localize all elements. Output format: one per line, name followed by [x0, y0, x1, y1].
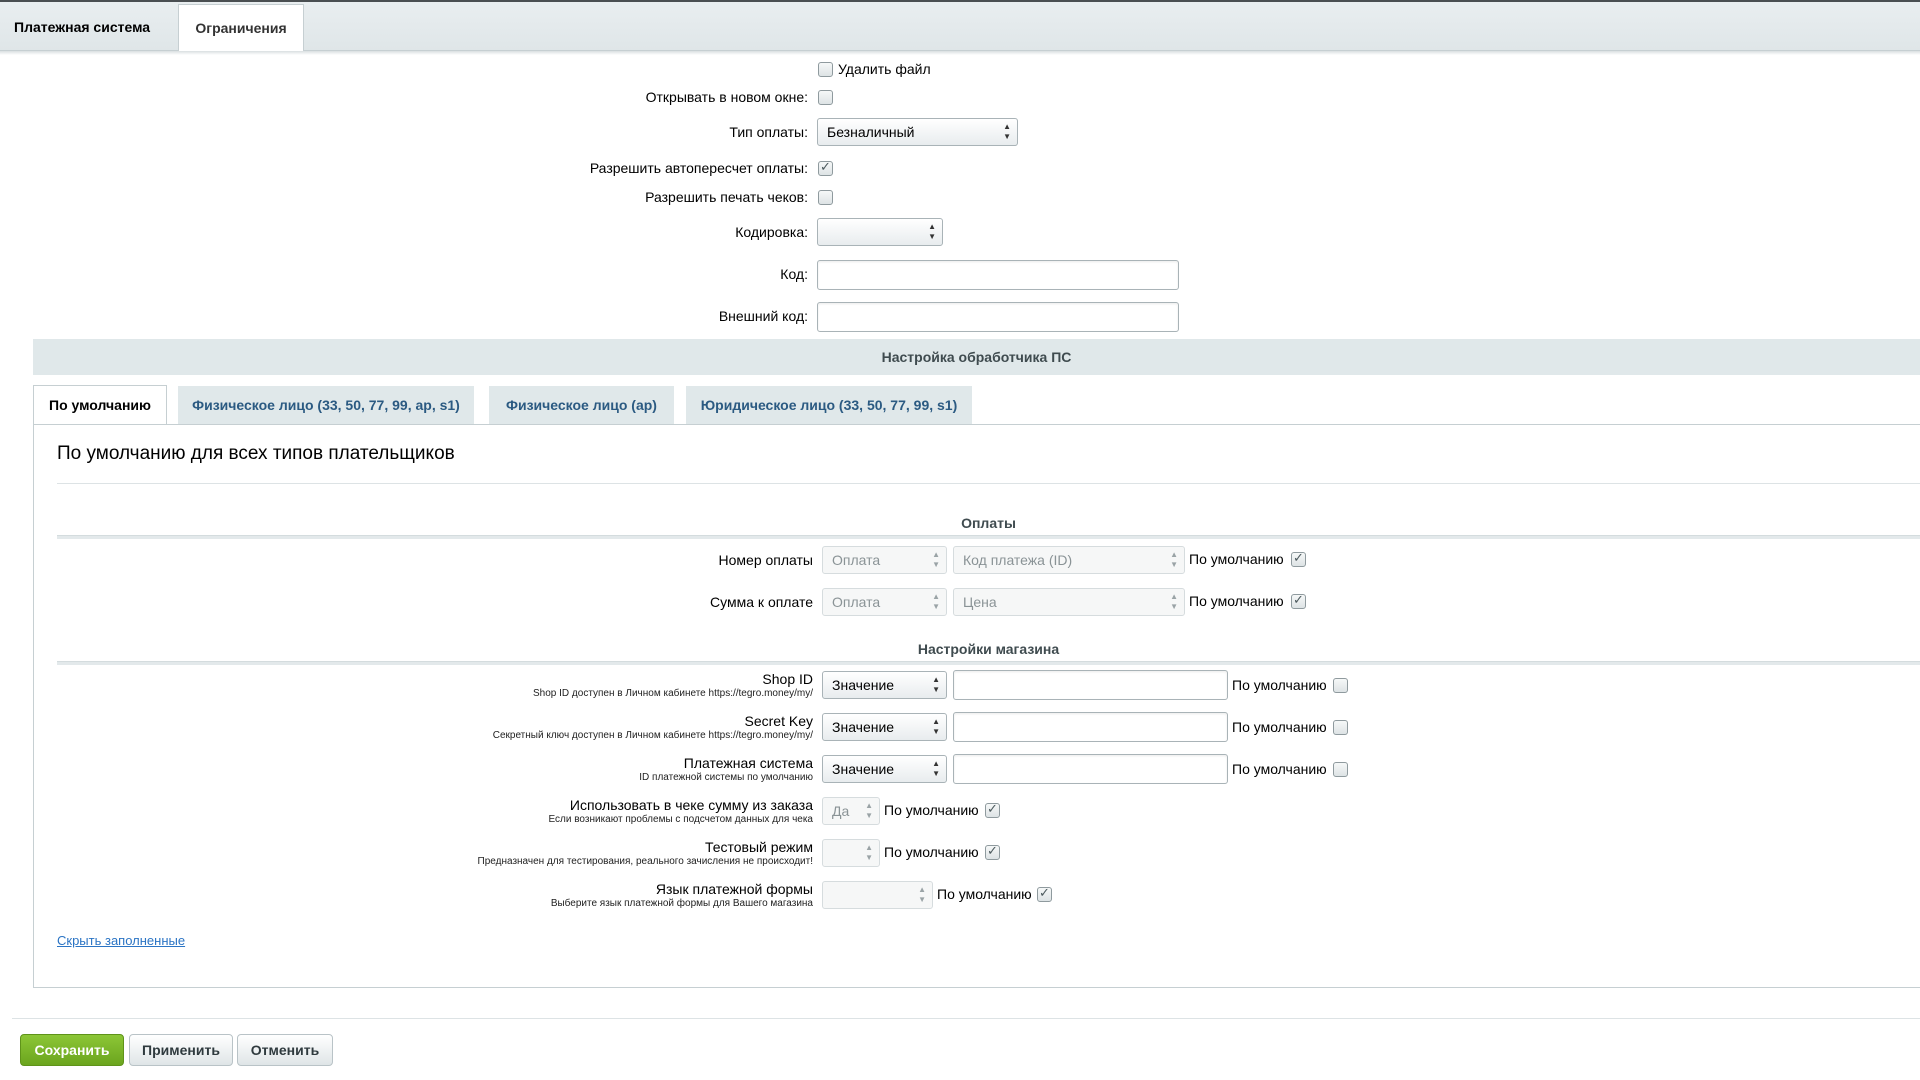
- select-arrows-icon: ▲ ▼: [865, 801, 873, 820]
- use-order-sum-label: Использовать в чеке сумму из заказа Если …: [548, 797, 813, 825]
- external-code-input[interactable]: [817, 302, 1179, 332]
- payment-system-default-checkbox[interactable]: [1333, 762, 1348, 777]
- secret-key-label: Secret Key Секретный ключ доступен в Личн…: [492, 713, 813, 741]
- payment-number-type-select[interactable]: Оплата ▲ ▼: [822, 546, 947, 574]
- tab-bar-shadow: [0, 51, 1920, 55]
- payment-system-label: Платежная система ID платежной системы по…: [639, 755, 813, 783]
- use-order-sum-default-checkbox[interactable]: [985, 801, 1000, 818]
- secret-key-default-label: По умолчанию: [1232, 719, 1327, 735]
- delete-file-checkbox[interactable]: [818, 62, 833, 77]
- apply-button[interactable]: Применить: [129, 1034, 233, 1066]
- tab-individual-ap[interactable]: Физическое лицо (ap): [489, 386, 674, 424]
- select-arrows-icon: ▲ ▼: [932, 675, 940, 694]
- tab-restrictions[interactable]: Ограничения: [178, 4, 304, 52]
- select-arrows-icon: ▲ ▼: [932, 759, 940, 778]
- payments-heading: Оплаты: [961, 515, 1016, 531]
- handler-settings-header: Настройка обработчика ПС: [33, 339, 1920, 375]
- select-arrows-icon: ▲ ▼: [932, 717, 940, 736]
- top-tab-bar: Платежная система Ограничения: [0, 0, 1920, 52]
- select-arrows-icon: ▲ ▼: [932, 592, 940, 611]
- select-arrows-icon: ▲ ▼: [1003, 122, 1011, 141]
- allow-print-checkbox[interactable]: [818, 190, 833, 205]
- panel-title: По умолчанию для всех типов плательщиков: [57, 443, 455, 464]
- hide-filled-link[interactable]: Скрыть заполненные: [57, 933, 185, 948]
- payment-type-value: Безналичный: [827, 124, 915, 140]
- open-new-window-label: Открывать в новом окне:: [645, 89, 808, 105]
- payment-number-field-select[interactable]: Код платежа (ID) ▲ ▼: [953, 546, 1185, 574]
- encoding-select[interactable]: ▲ ▼: [817, 218, 943, 246]
- shop-settings-heading: Настройки магазина: [917, 641, 1060, 657]
- secret-key-type-select[interactable]: Значение ▲ ▼: [822, 713, 947, 741]
- payment-type-label: Тип оплаты:: [729, 124, 808, 140]
- shop-id-type-select[interactable]: Значение ▲ ▼: [822, 671, 947, 699]
- form-language-select[interactable]: ▲ ▼: [822, 881, 933, 909]
- payment-number-default-checkbox[interactable]: [1291, 550, 1306, 567]
- payment-system-default-label: По умолчанию: [1232, 761, 1327, 777]
- code-label: Код:: [780, 266, 808, 282]
- secret-key-default-checkbox[interactable]: [1333, 720, 1348, 735]
- payment-number-default-label: По умолчанию: [1189, 551, 1284, 567]
- payment-type-select[interactable]: Безналичный ▲ ▼: [817, 118, 1018, 146]
- select-arrows-icon: ▲ ▼: [932, 550, 940, 569]
- open-new-window-checkbox[interactable]: [818, 90, 833, 105]
- payment-sum-field-select[interactable]: Цена ▲ ▼: [953, 588, 1185, 616]
- tab-default[interactable]: По умолчанию: [33, 385, 167, 425]
- select-arrows-icon: ▲ ▼: [918, 885, 926, 904]
- external-code-label: Внешний код:: [718, 308, 808, 324]
- form-language-default-checkbox[interactable]: [1037, 885, 1052, 902]
- shop-settings-divider: [57, 661, 1920, 665]
- use-order-sum-select[interactable]: Да ▲ ▼: [822, 797, 880, 825]
- select-arrows-icon: ▲ ▼: [1170, 592, 1178, 611]
- divider: [57, 483, 1920, 484]
- payment-system-input[interactable]: [953, 754, 1228, 784]
- allow-recalc-label: Разрешить автопересчет оплаты:: [589, 160, 808, 176]
- test-mode-default-label: По умолчанию: [884, 844, 979, 860]
- test-mode-label: Тестовый режим Предназначен для тестирова…: [477, 839, 813, 867]
- save-button[interactable]: Сохранить: [20, 1034, 124, 1066]
- form-language-label: Язык платежной формы Выберите язык платеж…: [550, 881, 813, 909]
- secret-key-input[interactable]: [953, 712, 1228, 742]
- form-language-default-label: По умолчанию: [937, 886, 1032, 902]
- shop-id-default-label: По умолчанию: [1232, 677, 1327, 693]
- payment-system-type-select[interactable]: Значение ▲ ▼: [822, 755, 947, 783]
- code-input[interactable]: [817, 260, 1179, 290]
- tab-individual-all[interactable]: Физическое лицо (33, 50, 77, 99, ap, s1): [178, 386, 474, 424]
- shop-id-input[interactable]: [953, 670, 1228, 700]
- payment-sum-type-select[interactable]: Оплата ▲ ▼: [822, 588, 947, 616]
- shop-id-default-checkbox[interactable]: [1333, 678, 1348, 693]
- select-arrows-icon: ▲ ▼: [1170, 550, 1178, 569]
- payment-number-label: Номер оплаты: [718, 552, 813, 568]
- allow-print-label: Разрешить печать чеков:: [645, 189, 808, 205]
- payment-sum-default-label: По умолчанию: [1189, 593, 1284, 609]
- tab-payment-system[interactable]: Платежная система: [0, 4, 176, 52]
- select-arrows-icon: ▲ ▼: [865, 843, 873, 862]
- payments-divider: [57, 535, 1920, 539]
- tab-panel: [33, 424, 1920, 988]
- delete-file-label: Удалить файл: [838, 61, 931, 77]
- bottom-divider: [12, 1018, 1920, 1019]
- select-arrows-icon: ▲ ▼: [928, 222, 936, 241]
- payment-sum-label: Сумма к оплате: [710, 594, 813, 610]
- payment-sum-default-checkbox[interactable]: [1291, 592, 1306, 609]
- allow-recalc-checkbox[interactable]: [818, 159, 833, 176]
- shop-id-label: Shop ID Shop ID доступен в Личном кабинет…: [533, 671, 813, 699]
- test-mode-select[interactable]: ▲ ▼: [822, 839, 880, 867]
- test-mode-default-checkbox[interactable]: [985, 843, 1000, 860]
- cancel-button[interactable]: Отменить: [237, 1034, 333, 1066]
- tab-legal-entity[interactable]: Юридическое лицо (33, 50, 77, 99, s1): [686, 386, 972, 424]
- encoding-label: Кодировка:: [735, 224, 808, 240]
- use-order-sum-default-label: По умолчанию: [884, 802, 979, 818]
